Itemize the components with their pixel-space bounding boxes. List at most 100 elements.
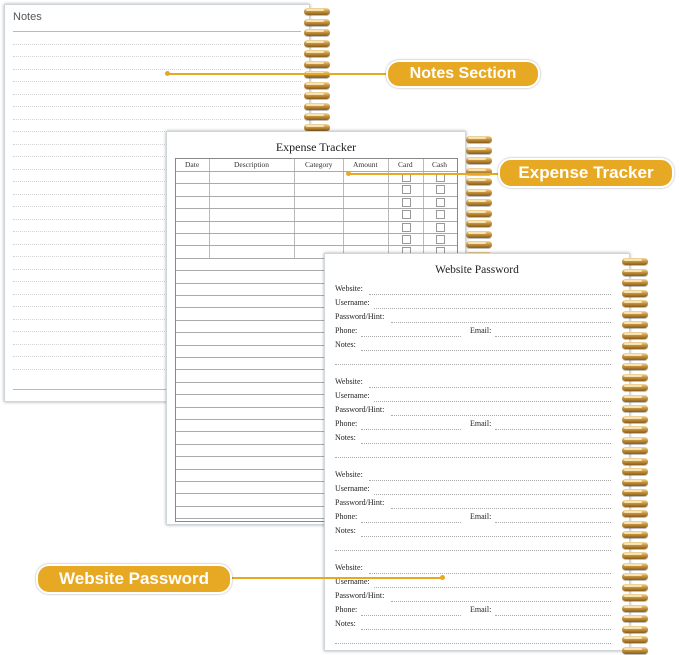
website-label: Website:: [335, 563, 363, 572]
col-header-cash: Cash: [432, 160, 447, 169]
spiral-coil: [466, 209, 492, 217]
phone-entry-line[interactable]: [361, 615, 461, 616]
notes-entry-line[interactable]: [361, 350, 611, 351]
expense-tracker-title: Expense Tracker: [275, 140, 357, 154]
username-entry-line[interactable]: [374, 587, 611, 588]
notes-entry-line[interactable]: [361, 629, 611, 630]
notes-page-title: Notes: [13, 11, 42, 23]
password-hint-entry-line[interactable]: [391, 322, 611, 323]
spiral-coil: [622, 321, 648, 328]
notes-section-callout: Notes Section: [386, 60, 540, 88]
ruled-line: [13, 31, 301, 32]
spiral-coil: [304, 29, 330, 36]
website-password-callout: Website Password: [36, 564, 232, 594]
payment-checkbox[interactable]: [436, 222, 445, 232]
payment-checkbox[interactable]: [402, 222, 411, 232]
spiral-coil: [622, 363, 648, 370]
col-header-description: Description: [234, 160, 269, 169]
payment-checkbox[interactable]: [436, 210, 445, 220]
username-label: Username:: [335, 298, 370, 307]
payment-checkbox[interactable]: [436, 197, 445, 207]
email-entry-line[interactable]: [495, 522, 611, 523]
email-label: Email:: [470, 512, 492, 521]
spiral-coil: [304, 81, 330, 89]
notes-extra-line[interactable]: [335, 550, 611, 551]
spiral-coil: [622, 373, 648, 381]
phone-entry-line[interactable]: [361, 336, 461, 337]
payment-checkbox[interactable]: [402, 197, 411, 207]
spiral-coil: [622, 468, 648, 475]
password-hint-label: Password/Hint:: [335, 312, 385, 321]
ruled-line: [13, 81, 301, 82]
email-label: Email:: [470, 419, 492, 428]
spiral-coil: [622, 594, 648, 601]
notes-extra-line[interactable]: [335, 643, 611, 644]
payment-checkbox[interactable]: [402, 210, 411, 220]
password-hint-entry-line[interactable]: [391, 415, 611, 416]
notes-label: Notes:: [335, 340, 356, 349]
spiral-coil: [622, 384, 648, 391]
spiral-coil: [622, 636, 648, 643]
website-entry-line[interactable]: [369, 294, 611, 295]
spiral-coil: [622, 510, 648, 517]
col-header-card: Card: [398, 160, 413, 169]
spiral-coil: [622, 457, 648, 465]
payment-checkbox[interactable]: [436, 235, 445, 244]
spiral-coil: [304, 102, 330, 110]
spiral-coil: [304, 39, 330, 47]
website-password-page: Website Password Website: Username: Passwo…: [324, 253, 630, 651]
spiral-coil: [622, 552, 648, 559]
username-entry-line[interactable]: [374, 401, 611, 402]
spiral-coil: [622, 258, 648, 265]
username-entry-line[interactable]: [374, 308, 611, 309]
spiral-coil: [622, 394, 648, 402]
spiral-coil: [466, 178, 492, 185]
username-label: Username:: [335, 391, 370, 400]
notes-extra-line[interactable]: [335, 364, 611, 365]
phone-entry-line[interactable]: [361, 429, 461, 430]
email-entry-line[interactable]: [495, 429, 611, 430]
spiral-coil: [466, 241, 492, 248]
table-row: [176, 171, 457, 172]
spiral-coil: [622, 415, 648, 423]
expense-tracker-callout: Expense Tracker: [498, 158, 674, 188]
notes-entry-line[interactable]: [361, 443, 611, 444]
password-hint-entry-line[interactable]: [391, 601, 611, 602]
spiral-coil: [304, 113, 330, 120]
payment-checkbox[interactable]: [402, 235, 411, 244]
phone-label: Phone:: [335, 605, 358, 614]
spiral-coil: [622, 426, 648, 433]
expense-callout-leader: [349, 173, 501, 175]
email-entry-line[interactable]: [495, 336, 611, 337]
notes-label: Notes:: [335, 526, 356, 535]
password-hint-entry-line[interactable]: [391, 508, 611, 509]
col-header-date: Date: [185, 160, 200, 169]
username-entry-line[interactable]: [374, 494, 611, 495]
email-entry-line[interactable]: [495, 615, 611, 616]
spiral-coil: [466, 230, 492, 238]
notes-callout-leader: [168, 73, 390, 75]
website-entry-line[interactable]: [369, 573, 611, 574]
password-callout-leader: [224, 577, 442, 579]
website-entry-line[interactable]: [369, 387, 611, 388]
spiral-coil: [622, 615, 648, 622]
payment-checkbox[interactable]: [402, 185, 411, 195]
website-label: Website:: [335, 284, 363, 293]
notes-entry-line[interactable]: [361, 536, 611, 537]
website-entry-line[interactable]: [369, 480, 611, 481]
expense-spiral-binding: [466, 136, 492, 259]
table-row: [176, 208, 457, 210]
spiral-coil: [622, 331, 648, 339]
spiral-coil: [622, 279, 648, 286]
table-row: [176, 220, 457, 222]
table-row: [176, 195, 457, 197]
spiral-coil: [622, 583, 648, 591]
phone-entry-line[interactable]: [361, 522, 461, 523]
payment-checkbox[interactable]: [436, 185, 445, 195]
spiral-coil: [622, 342, 648, 349]
spiral-coil: [622, 625, 648, 633]
spiral-coil: [622, 268, 648, 276]
notes-extra-line[interactable]: [335, 457, 611, 458]
ruled-line: [13, 93, 301, 95]
col-header-category: Category: [305, 160, 333, 169]
